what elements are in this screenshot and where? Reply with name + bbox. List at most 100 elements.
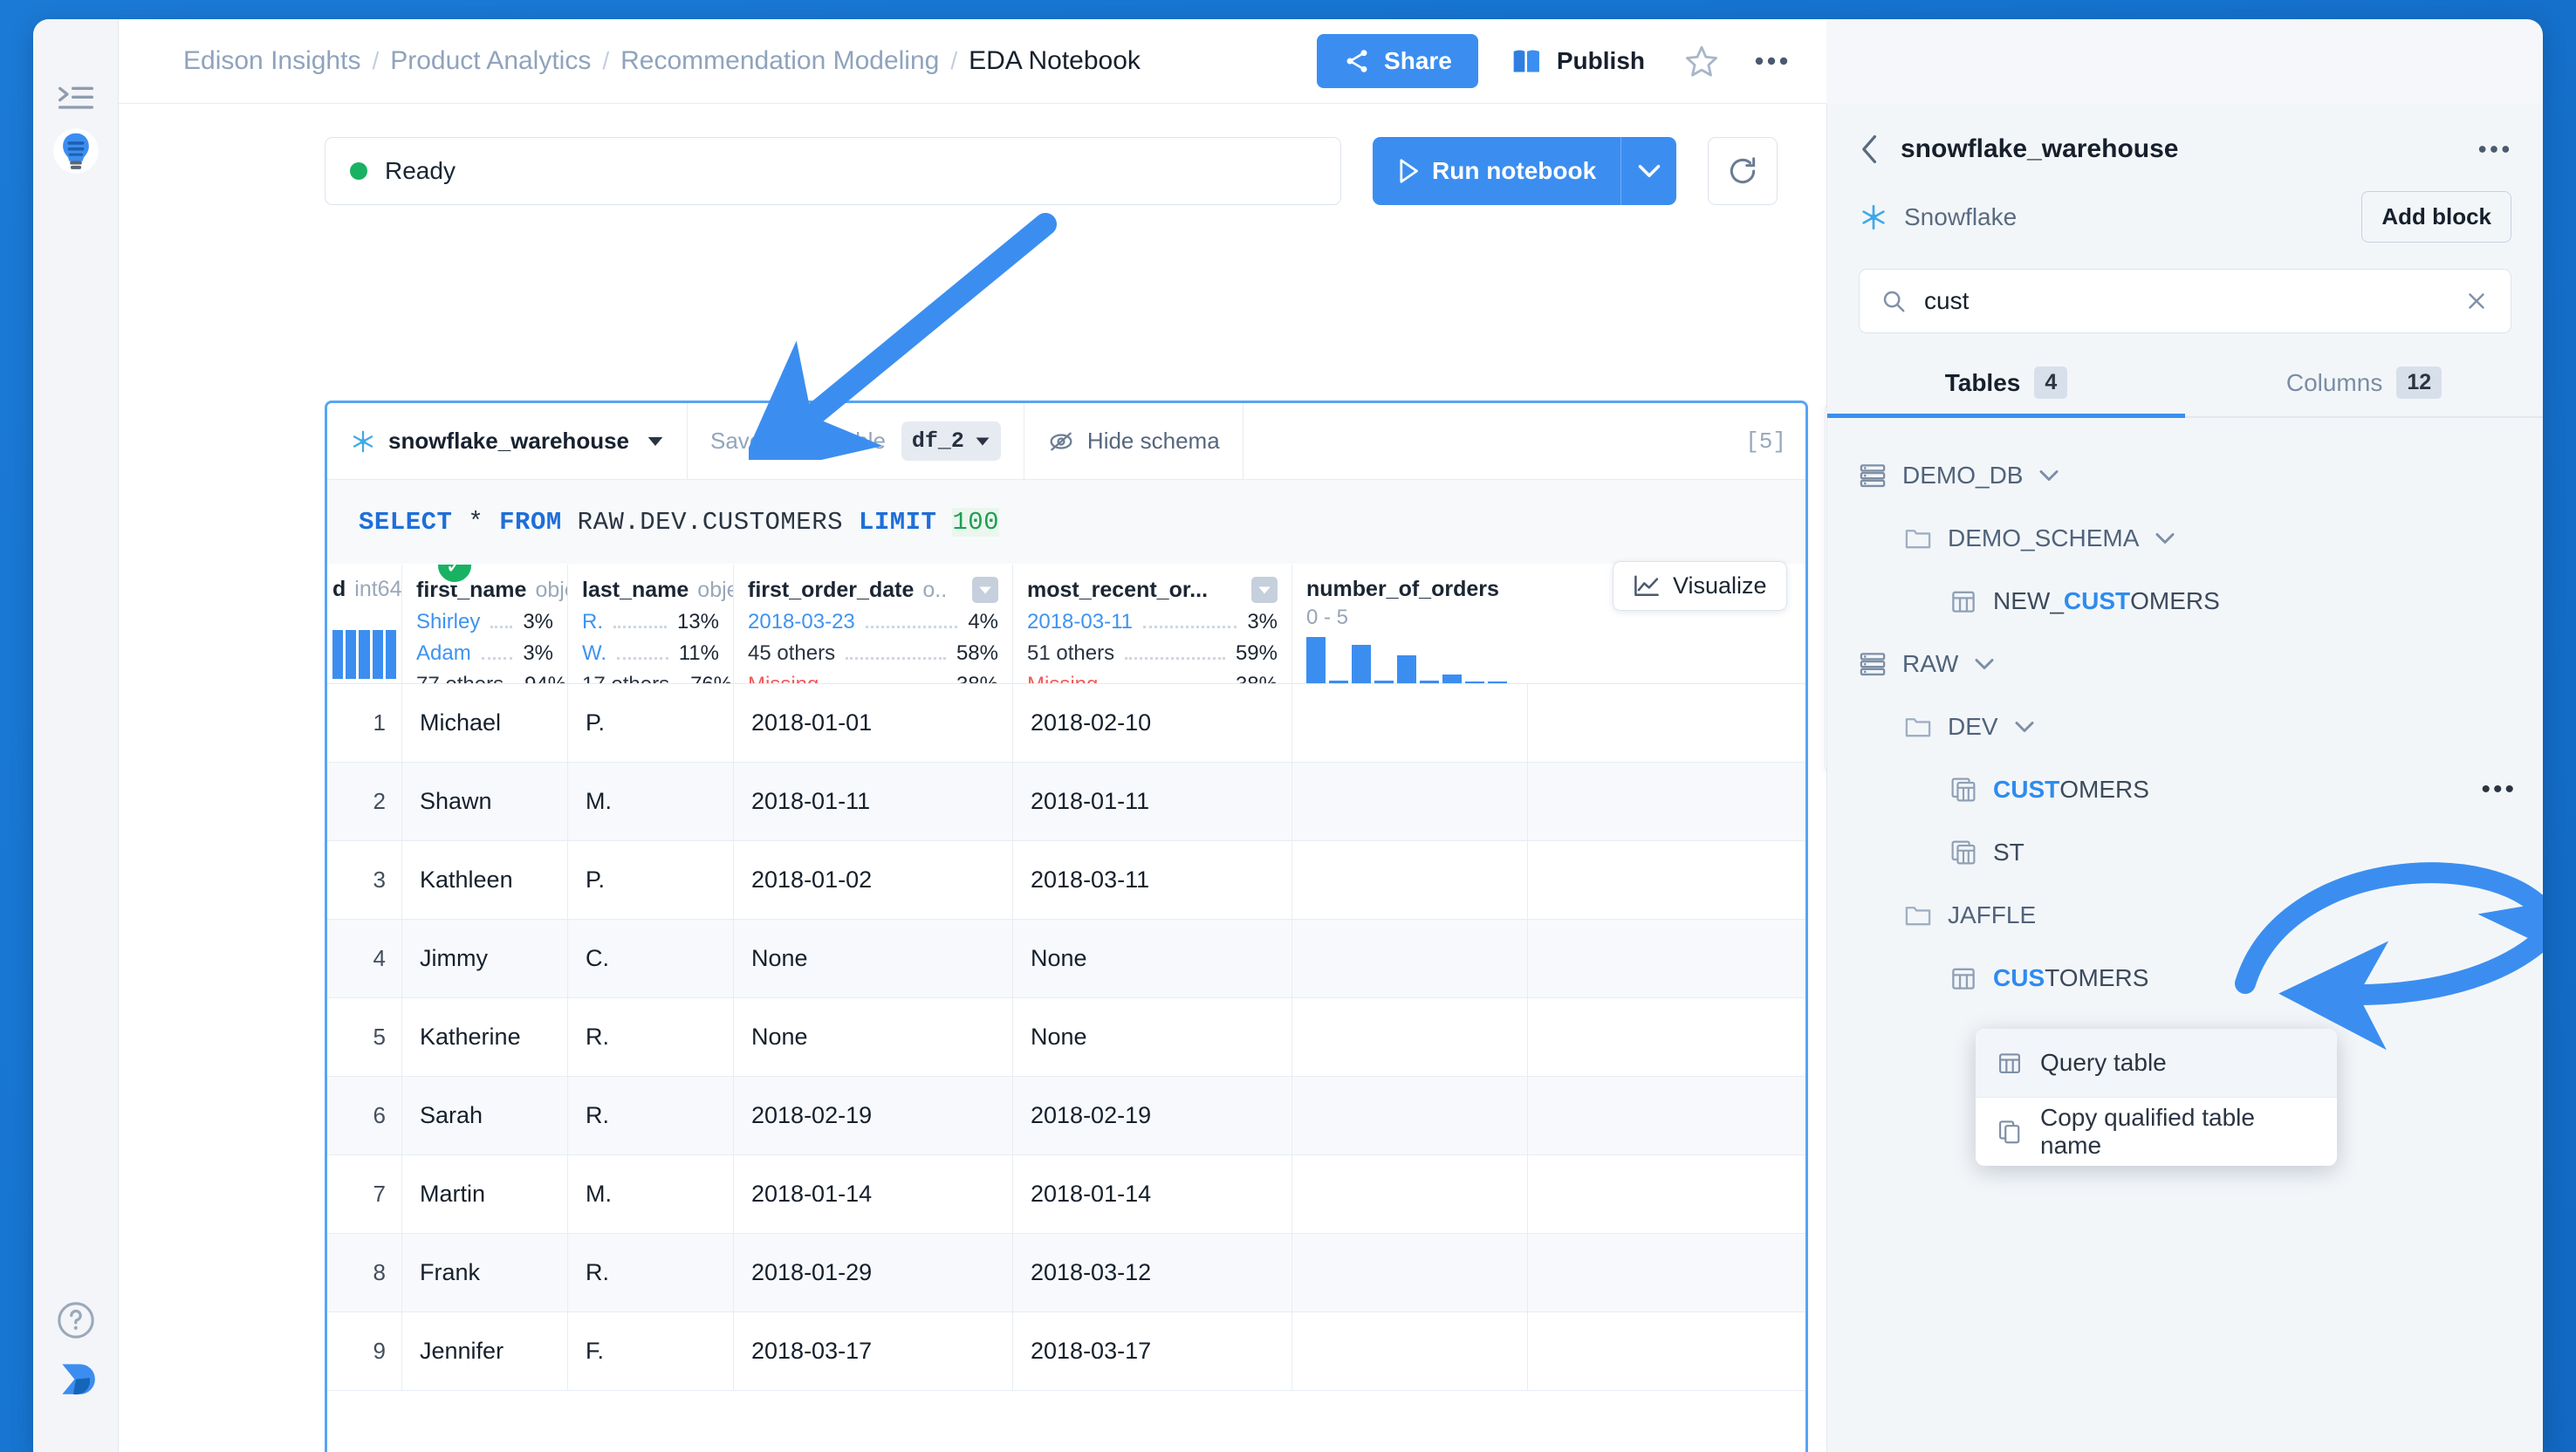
schema-histogram (332, 627, 396, 679)
row-index: 4 (327, 920, 402, 997)
breadcrumb-item-workspace[interactable]: Edison Insights (183, 46, 360, 76)
tree-table-new-customers[interactable]: NEW_CUSTOMERS (1827, 570, 2543, 633)
table-row[interactable]: 9JenniferF.2018-03-172018-03-17 (327, 1312, 1805, 1391)
chevron-down-icon[interactable] (2038, 469, 2059, 483)
schema-col-type: object (535, 578, 568, 603)
cell-first-order-date: 2018-01-29 (734, 1234, 1013, 1312)
cell-connection-selector[interactable]: snowflake_warehouse (327, 403, 688, 479)
sql-limit-value: 100 (952, 508, 999, 537)
cell-variable-selector[interactable]: Saved to variable df_2 (688, 403, 1024, 479)
table-row[interactable]: 1MichaelP.2018-01-012018-02-10 (327, 684, 1805, 763)
hide-schema-toggle[interactable]: Hide schema (1024, 403, 1243, 479)
sql-editor[interactable]: SELECT * FROM RAW.DEV.CUSTOMERS LIMIT 10… (327, 480, 1805, 564)
tree-schema-demo-schema[interactable]: DEMO_SCHEMA (1827, 507, 2543, 570)
kernel-status[interactable]: Ready (325, 137, 1341, 205)
chevron-down-icon[interactable] (972, 577, 998, 603)
table-row[interactable]: 6SarahR.2018-02-192018-02-19 (327, 1077, 1805, 1155)
table-row[interactable]: 3KathleenP.2018-01-022018-03-11 (327, 841, 1805, 920)
tab-columns[interactable]: Columns 12 (2185, 366, 2543, 416)
schema-search-input[interactable]: cust (1924, 287, 2446, 315)
collapse-sidebar-icon[interactable] (51, 73, 101, 124)
cell-first-name: Martin (402, 1155, 568, 1233)
tab-tables[interactable]: Tables 4 (1827, 366, 2185, 416)
chevron-down-icon[interactable] (1974, 657, 1995, 671)
chevron-left-icon[interactable] (1859, 134, 1881, 165)
more-horizontal-icon[interactable] (2477, 143, 2511, 155)
help-circle-icon[interactable] (51, 1295, 101, 1346)
breadcrumb-item-project[interactable]: Product Analytics (390, 46, 591, 76)
table-row[interactable]: 4JimmyC.NoneNone (327, 920, 1805, 998)
database-icon (1859, 650, 1887, 678)
tree-database-demo-db[interactable]: DEMO_DB (1827, 444, 2543, 507)
brand-mark-icon[interactable] (51, 1353, 101, 1403)
share-button[interactable]: Share (1317, 34, 1478, 88)
play-icon (1397, 158, 1420, 184)
context-menu-copy-qualified-name[interactable]: Copy qualified table name (1976, 1098, 2337, 1166)
table-row[interactable]: 7MartinM.2018-01-142018-01-14 (327, 1155, 1805, 1234)
variable-chip[interactable]: df_2 (901, 421, 1001, 461)
tree-label-post: OMERS (2059, 776, 2149, 803)
row-index: 9 (327, 1312, 402, 1390)
star-icon[interactable] (1678, 38, 1725, 85)
tree-label-post: OMERS (2130, 587, 2220, 614)
schema-browser-tabs: Tables 4 Columns 12 (1827, 366, 2543, 418)
visualize-button[interactable]: Visualize (1613, 561, 1787, 611)
chevron-down-icon[interactable] (2014, 720, 2035, 734)
refresh-icon[interactable] (1708, 137, 1778, 205)
tree-table-stg[interactable]: ST (1827, 821, 2543, 884)
folder-icon (1904, 714, 1932, 740)
schema-browser-header: snowflake_warehouse (1827, 104, 2543, 165)
tab-columns-count: 12 (2396, 366, 2442, 399)
share-label: Share (1384, 47, 1452, 75)
tree-table-customers[interactable]: CUSTOMERS ••• (1827, 758, 2543, 821)
schema-value-label: R. (582, 610, 603, 634)
breadcrumb-separator: / (602, 47, 609, 75)
variable-name: df_2 (912, 428, 964, 454)
schema-missing-label: Missing (1027, 673, 1098, 683)
breadcrumb-item-folder[interactable]: Recommendation Modeling (620, 46, 939, 76)
close-icon[interactable] (2463, 288, 2490, 314)
result-grid: ✓ d int64 (327, 565, 1805, 1452)
tree-table-jaffle-customers[interactable]: CUSTOMERS (1827, 947, 2543, 1010)
breadcrumb-separator: / (372, 47, 379, 75)
tree-label: ST (1993, 839, 2024, 866)
chevron-down-icon[interactable] (1251, 577, 1278, 603)
view-icon (1949, 776, 1977, 804)
view-icon (1949, 839, 1977, 866)
schema-col-name: last_name (582, 578, 689, 603)
cell-last-name: M. (568, 1155, 734, 1233)
more-horizontal-icon[interactable] (1748, 38, 1795, 85)
cell-most-recent-order: 2018-01-14 (1013, 1155, 1292, 1233)
cell-index-area: [5] (1243, 403, 1805, 479)
breadcrumb-item-current: EDA Notebook (969, 46, 1141, 76)
schema-search-field[interactable]: cust (1859, 269, 2511, 333)
schema-col-most-recent-order: most_recent_or... 2018-03-113% 51 others… (1013, 565, 1292, 683)
snowflake-icon (350, 428, 376, 455)
table-row[interactable]: 5KatherineR.NoneNone (327, 998, 1805, 1077)
cell-most-recent-order: 2018-01-11 (1013, 763, 1292, 840)
add-block-button[interactable]: Add block (2361, 191, 2511, 243)
cell-number-of-orders (1292, 1312, 1528, 1390)
tree-database-raw[interactable]: RAW (1827, 633, 2543, 695)
chevron-down-icon[interactable] (1620, 137, 1676, 205)
publish-button[interactable]: Publish (1501, 47, 1655, 75)
table-row[interactable]: 8FrankR.2018-01-292018-03-12 (327, 1234, 1805, 1312)
database-icon (1859, 462, 1887, 490)
tree-schema-jaffle[interactable]: JAFFLE (1827, 884, 2543, 947)
tree-schema-dev[interactable]: DEV (1827, 695, 2543, 758)
schema-others-label: 51 others (1027, 641, 1114, 666)
saved-to-variable-label: Saved to variable (710, 428, 886, 455)
run-notebook-button[interactable]: Run notebook (1373, 137, 1676, 205)
schema-range-label: 0 - 5 (1306, 606, 1514, 630)
tree-row-more-icon[interactable]: ••• (2481, 775, 2517, 805)
cell-most-recent-order: 2018-02-19 (1013, 1077, 1292, 1154)
cell-first-name: Kathleen (402, 841, 568, 919)
line-chart-icon (1633, 574, 1661, 599)
table-row[interactable]: 2ShawnM.2018-01-112018-01-11 (327, 763, 1805, 841)
chevron-down-icon[interactable] (2155, 531, 2175, 545)
tree-label-match: CUST (2064, 587, 2130, 614)
schema-others-pct: 76% (690, 673, 732, 683)
context-menu-query-table[interactable]: Query table (1976, 1029, 2337, 1097)
run-notebook-main[interactable]: Run notebook (1373, 137, 1620, 205)
lightbulb-logo-icon[interactable] (51, 126, 101, 176)
